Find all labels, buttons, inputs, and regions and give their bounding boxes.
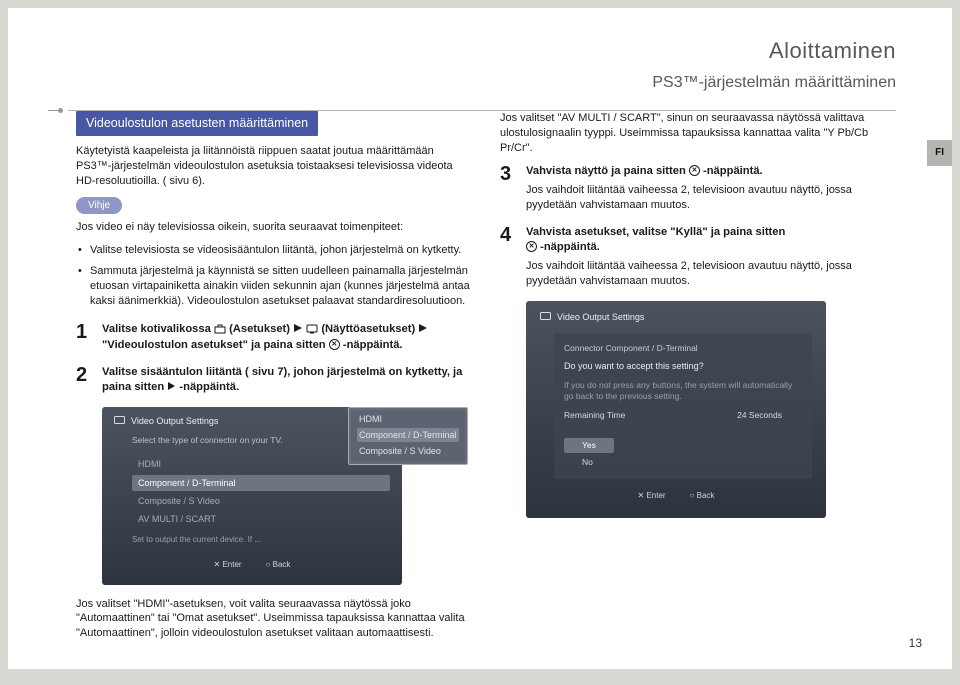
step-number-1: 1	[76, 322, 92, 352]
play-icon	[167, 381, 176, 391]
warning-text: If you do not press any buttons, the sys…	[564, 380, 802, 402]
hint-bullet: Valitse televisiosta se videosisääntulon…	[78, 243, 472, 258]
screenshot-1-zoom: HDMI Component / D-Terminal Composite / …	[348, 407, 468, 465]
remaining-label: Remaining Time	[564, 410, 625, 421]
step-1-body: Valitse kotivalikossa (Asetukset) (Näytt…	[102, 322, 472, 352]
zoom-option: Composite / S Video	[357, 444, 459, 458]
step-1-text: -näppäintä.	[343, 339, 403, 351]
screenshot-1-options: HDMI Component / D-Terminal Composite / …	[132, 456, 390, 527]
step-2-text: -näppäintä.	[179, 381, 239, 393]
remaining-row: Remaining Time 24 Seconds	[564, 410, 782, 421]
step-3-text: Vahvista näyttö ja paina sitten	[526, 165, 689, 177]
screenshot-1-title-text: Video Output Settings	[131, 415, 218, 427]
step-4-sub: Jos vaihdoit liitäntää vaiheessa 2, tele…	[526, 259, 896, 289]
page-subtitle: PS3™-järjestelmän määrittäminen	[76, 72, 896, 94]
step-3-sub: Jos vaihdoit liitäntää vaiheessa 2, tele…	[526, 183, 896, 213]
step-1-text: "Videoulostulon asetukset" ja paina sitt…	[102, 339, 329, 351]
screenshot-2: Video Output Settings Connector Componen…	[526, 301, 826, 518]
footer-back: ○ Back	[690, 491, 715, 502]
footer-enter: ✕ Enter	[214, 560, 242, 571]
no-option: No	[582, 457, 593, 467]
right-top-para: Jos valitset "AV MULTI / SCART", sinun o…	[500, 111, 896, 156]
hint-bullets: Valitse televisiosta se videosisääntulon…	[78, 243, 472, 308]
screenshot-1-tip: Set to output the current device. If ...	[132, 535, 390, 546]
step-4-text: Vahvista asetukset, valitse "Kyllä" ja p…	[526, 226, 785, 238]
display-icon	[306, 324, 318, 334]
header-rule	[68, 110, 896, 111]
prompt-text: Do you want to accept this setting?	[564, 360, 802, 372]
hint-bullet: Sammuta järjestelmä ja käynnistä se sitt…	[78, 264, 472, 309]
header: Aloittaminen PS3™-järjestelmän määrittäm…	[76, 36, 896, 93]
step-4-text: -näppäintä.	[540, 241, 600, 253]
step-number-3: 3	[500, 164, 516, 213]
step-number-4: 4	[500, 225, 516, 289]
screenshot-2-footer: ✕ Enter ○ Back	[540, 491, 812, 502]
connector-line: Connector Component / D-Terminal	[564, 343, 802, 354]
step-4-body: Vahvista asetukset, valitse "Kyllä" ja p…	[526, 225, 896, 289]
yes-option: Yes	[564, 438, 614, 453]
x-button-icon: ✕	[329, 339, 340, 350]
step-3-text: -näppäintä.	[703, 165, 763, 177]
option-composite: Composite / S Video	[132, 493, 390, 509]
section-badge: Videoulostulon asetusten määrittäminen	[76, 111, 318, 136]
hint-intro: Jos video ei näy televisiossa oikein, su…	[76, 220, 472, 235]
footer-enter: ✕ Enter	[638, 491, 666, 502]
x-button-icon: ✕	[689, 165, 700, 176]
display-icon	[114, 416, 125, 425]
step-1-text: (Asetukset)	[229, 323, 293, 335]
step-1-text: Valitse kotivalikossa	[102, 323, 214, 335]
zoom-option: HDMI	[357, 412, 459, 426]
screenshot-2-title: Video Output Settings	[540, 311, 812, 323]
left-column: Videoulostulon asetusten määrittäminen K…	[76, 111, 472, 649]
hint-badge: Vihje	[76, 197, 122, 215]
remaining-value: 24 Seconds	[737, 410, 782, 421]
screenshot-2-box: Connector Component / D-Terminal Do you …	[554, 333, 812, 479]
step-2-body: Valitse sisääntulon liitäntä ( sivu 7), …	[102, 365, 472, 395]
step-2-text: Valitse sisääntulon liitäntä ( sivu 7), …	[102, 366, 462, 393]
language-tab: FI	[927, 140, 952, 166]
screenshot-2-title-text: Video Output Settings	[557, 311, 644, 323]
page-title: Aloittaminen	[76, 36, 896, 66]
footer-back: ○ Back	[266, 560, 291, 571]
intro-text: Käytetyistä kaapeleista ja liitännöistä …	[76, 145, 453, 187]
intro-paragraph: Käytetyistä kaapeleista ja liitännöistä …	[76, 144, 472, 189]
toolbox-icon	[214, 324, 226, 334]
after-screenshot-1: Jos valitset "HDMI"-asetuksen, voit vali…	[76, 597, 472, 642]
rule-dot	[58, 108, 63, 113]
zoom-option-selected: Component / D-Terminal	[357, 428, 459, 442]
right-column: Jos valitset "AV MULTI / SCART", sinun o…	[500, 111, 896, 649]
rule-stub	[48, 110, 58, 111]
step-1-text: (Näyttöasetukset)	[321, 323, 418, 335]
arrow-right-icon	[293, 323, 303, 333]
arrow-right-icon	[418, 323, 428, 333]
step-3-body: Vahvista näyttö ja paina sitten ✕ -näppä…	[526, 164, 896, 213]
x-button-icon: ✕	[526, 241, 537, 252]
screenshot-1-footer: ✕ Enter ○ Back	[114, 560, 390, 571]
page-number: 13	[909, 635, 922, 651]
display-icon	[540, 312, 551, 321]
option-avmulti: AV MULTI / SCART	[132, 511, 390, 527]
screenshot-1-wrap: Video Output Settings Select the type of…	[76, 407, 472, 585]
step-number-2: 2	[76, 365, 92, 395]
option-component: Component / D-Terminal	[132, 475, 390, 491]
